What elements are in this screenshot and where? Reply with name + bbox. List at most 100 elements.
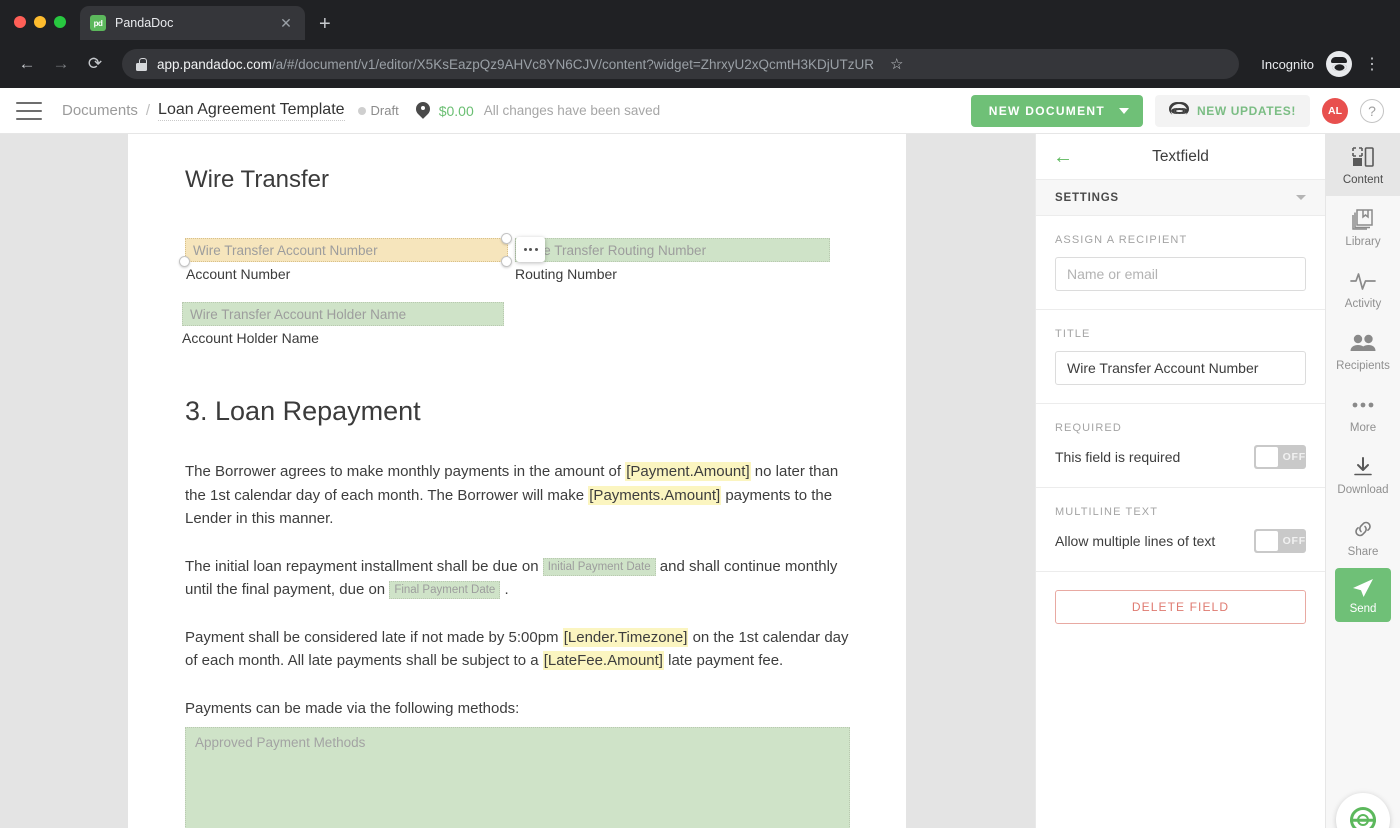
close-icon[interactable]: ✕ — [277, 16, 295, 30]
wire-transfer-heading: Wire Transfer — [185, 166, 330, 193]
toggle-knob — [1256, 531, 1278, 551]
incognito-icon[interactable] — [1326, 51, 1352, 77]
right-tool-rail: Content Library Activity Recipients More… — [1325, 134, 1400, 828]
field-placeholder: Wire Transfer Account Number — [193, 242, 378, 258]
address-bar[interactable]: app.pandadoc.com/a/#/document/v1/editor/… — [122, 49, 1240, 79]
maximize-window-button[interactable] — [54, 16, 66, 28]
breadcrumb-documents[interactable]: Documents — [62, 102, 138, 119]
field-wire-transfer-account-number[interactable]: Wire Transfer Account Number — [185, 238, 508, 262]
rail-item-more[interactable]: More — [1326, 382, 1400, 444]
field-row-2: Wire Transfer Account Holder Name Accoun… — [182, 302, 850, 346]
life-ring-icon — [1350, 807, 1376, 828]
required-text: This field is required — [1055, 449, 1181, 465]
support-widget-button[interactable] — [1336, 793, 1390, 828]
browser-tab[interactable]: pd PandaDoc ✕ — [80, 6, 305, 40]
minimize-window-button[interactable] — [34, 16, 46, 28]
field-settings-panel: ← Textfield SETTINGS ASSIGN A RECIPIENT … — [1035, 134, 1325, 828]
breadcrumb-separator: / — [145, 102, 151, 119]
rail-item-library[interactable]: Library — [1326, 196, 1400, 258]
rail-item-activity[interactable]: Activity — [1326, 258, 1400, 320]
back-icon[interactable]: ← — [12, 49, 42, 79]
token-latefee-amount[interactable]: [LateFee.Amount] — [542, 651, 664, 670]
more-icon — [1351, 394, 1375, 416]
rail-label: Content — [1342, 174, 1384, 186]
status-dot-icon — [357, 106, 366, 115]
chevron-down-icon — [1296, 195, 1306, 200]
required-toggle[interactable]: OFF — [1254, 445, 1306, 469]
new-updates-button[interactable]: NEW UPDATES! — [1155, 94, 1310, 127]
field-row-1: Wire Transfer Account Number Account Num… — [179, 233, 850, 282]
multiline-label: MULTILINE TEXT — [1055, 506, 1159, 518]
token-payments-amount[interactable]: [Payments.Amount] — [588, 485, 722, 505]
url-path: /a/#/document/v1/editor/X5KsEazpQz9AHVc8… — [271, 56, 874, 72]
send-button[interactable]: Send — [1335, 568, 1391, 622]
rail-item-content[interactable]: Content — [1325, 134, 1400, 196]
document-amount: $0.00 — [438, 102, 474, 119]
required-toggle-row: This field is required OFF — [1055, 445, 1306, 469]
title-section: TITLE — [1036, 310, 1325, 404]
new-tab-icon[interactable]: + — [319, 14, 331, 34]
workspace: Wire Transfer Wire Transfer Account Numb… — [0, 134, 1400, 828]
loan-repayment-heading: 3. Loan Repayment — [185, 396, 421, 426]
lock-icon — [136, 57, 147, 71]
editor-scroll-area[interactable]: Wire Transfer Wire Transfer Account Numb… — [0, 134, 1035, 828]
new-document-label: NEW DOCUMENT — [988, 103, 1106, 118]
back-arrow-icon[interactable]: ← — [1053, 147, 1073, 167]
browser-chrome: pd PandaDoc ✕ + ← → ⟳ app.pandadoc.com/a… — [0, 0, 1400, 88]
field-initial-payment-date[interactable]: Initial Payment Date — [542, 557, 656, 576]
field-title-input[interactable] — [1055, 351, 1306, 385]
url-host: app.pandadoc.com — [157, 56, 272, 72]
multiline-section: MULTILINE TEXT Allow multiple lines of t… — [1036, 488, 1325, 572]
delete-field-button[interactable]: DELETE FIELD — [1055, 590, 1306, 624]
paragraph-late-payment: Payment shall be considered late if not … — [185, 626, 850, 673]
close-window-button[interactable] — [14, 16, 26, 28]
reload-icon[interactable]: ⟳ — [80, 49, 110, 79]
toggle-knob — [1256, 447, 1278, 467]
avatar[interactable]: AL — [1322, 97, 1348, 124]
bookmark-star-icon[interactable]: ☆ — [884, 55, 909, 73]
resize-handle-bottom-right[interactable] — [501, 256, 512, 267]
rail-item-share[interactable]: Share — [1326, 506, 1400, 568]
tag-icon[interactable] — [415, 102, 431, 120]
field-label-account-number: Account Number — [186, 266, 291, 282]
assign-recipient-section: ASSIGN A RECIPIENT — [1036, 216, 1325, 310]
panda-icon — [1169, 102, 1189, 119]
rail-label: More — [1349, 422, 1377, 434]
field-approved-payment-methods[interactable]: Approved Payment Methods — [185, 727, 850, 828]
multiline-toggle[interactable]: OFF — [1254, 529, 1306, 553]
panel-header: ← Textfield — [1036, 134, 1325, 180]
rail-item-download[interactable]: Download — [1326, 444, 1400, 506]
recipient-input[interactable] — [1055, 257, 1306, 291]
omnibox-bar: ← → ⟳ app.pandadoc.com/a/#/document/v1/e… — [0, 40, 1400, 88]
field-options-toolbar[interactable] — [516, 237, 545, 262]
panel-title: Textfield — [1152, 147, 1209, 165]
field-wire-transfer-account-holder-name[interactable]: Wire Transfer Account Holder Name — [182, 302, 504, 326]
settings-section-toggle[interactable]: SETTINGS — [1036, 180, 1325, 216]
document-title[interactable]: Loan Agreement Template — [158, 101, 345, 121]
forward-icon[interactable]: → — [46, 49, 76, 79]
share-icon — [1352, 518, 1374, 540]
token-lender-timezone[interactable]: [Lender.Timezone] — [562, 627, 689, 647]
field-final-payment-date[interactable]: Final Payment Date — [389, 581, 501, 599]
new-document-button[interactable]: NEW DOCUMENT — [970, 94, 1144, 127]
multiline-toggle-row: Allow multiple lines of text OFF — [1055, 529, 1306, 553]
required-label: REQUIRED — [1055, 422, 1122, 434]
settings-label: SETTINGS — [1055, 191, 1119, 204]
help-icon[interactable]: ? — [1360, 98, 1384, 123]
text-fragment: The Borrower agrees to make monthly paym… — [185, 463, 626, 480]
rail-label: Download — [1337, 484, 1389, 496]
download-icon — [1352, 456, 1374, 478]
field-wire-transfer-routing-number[interactable]: Wire Transfer Routing Number — [515, 238, 830, 262]
rail-item-recipients[interactable]: Recipients — [1326, 320, 1400, 382]
field-placeholder: Wire Transfer Routing Number — [523, 242, 707, 258]
resize-handle-top-right[interactable] — [501, 233, 512, 244]
tab-strip: pd PandaDoc ✕ + — [0, 0, 1400, 40]
hamburger-icon[interactable] — [16, 101, 42, 120]
content-icon — [1352, 146, 1374, 168]
token-payment-amount[interactable]: [Payment.Amount] — [625, 462, 751, 481]
rail-label: Recipients — [1336, 360, 1390, 372]
rail-label: Activity — [1344, 298, 1382, 310]
library-icon — [1352, 208, 1374, 230]
status-badge: Draft — [370, 103, 399, 118]
browser-menu-icon[interactable]: ⋮ — [1356, 54, 1388, 74]
